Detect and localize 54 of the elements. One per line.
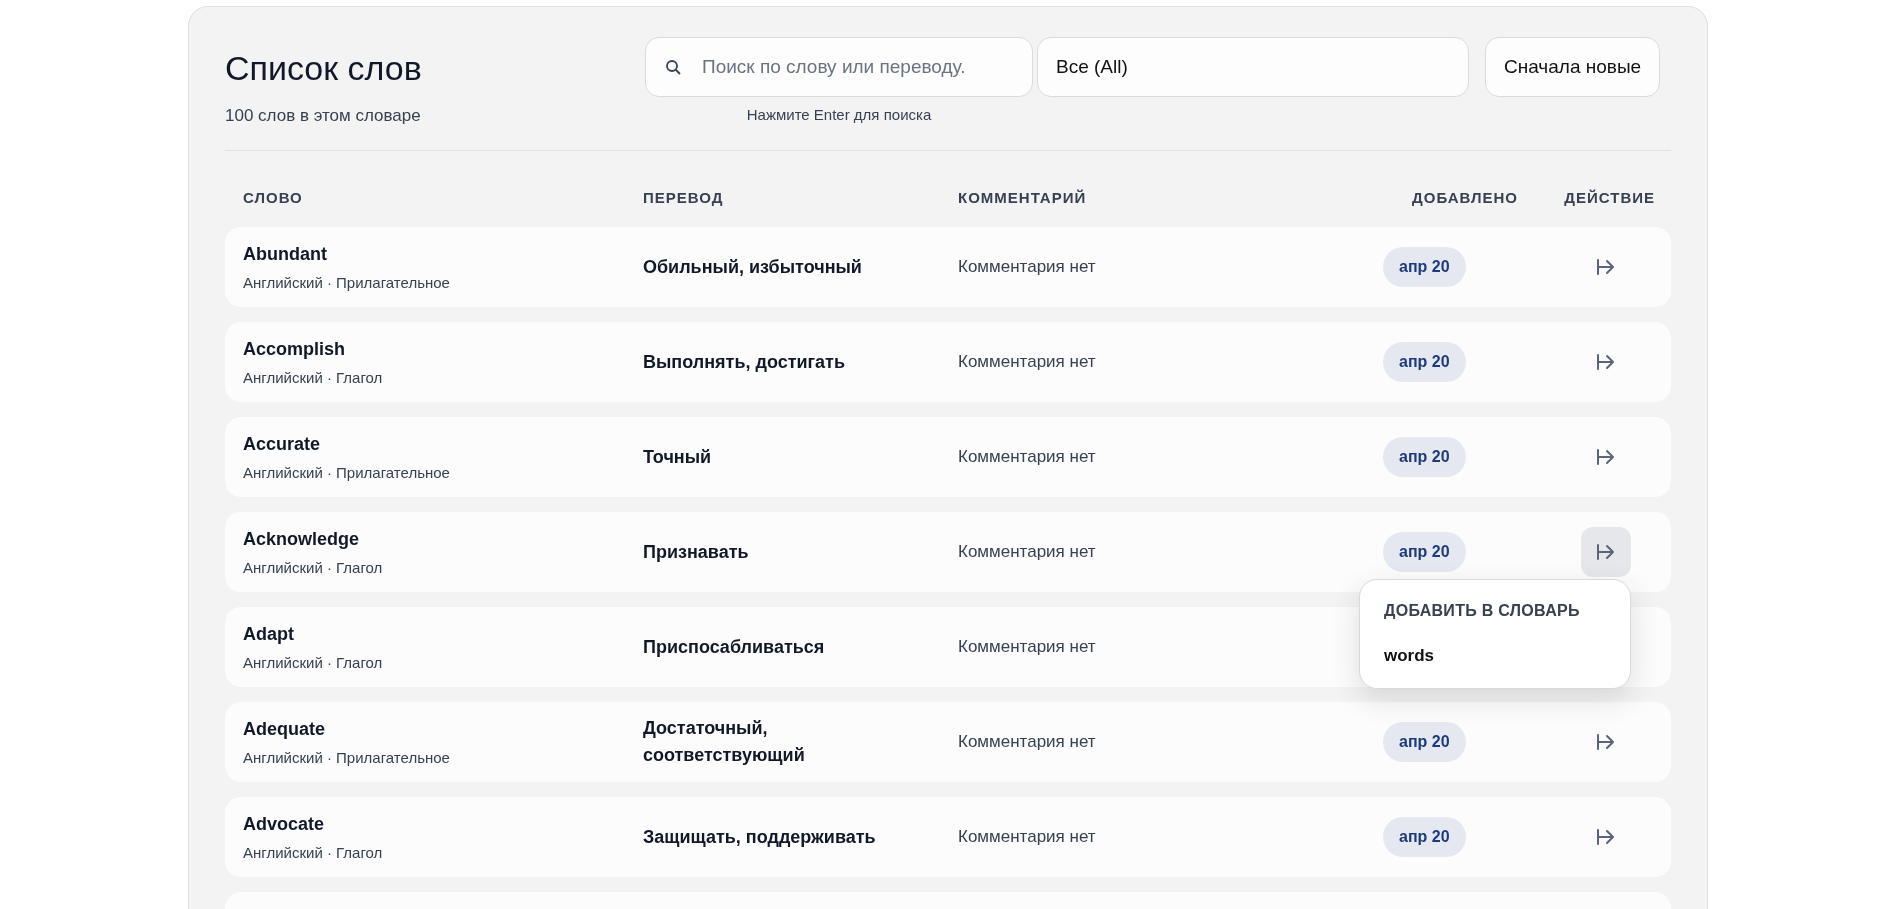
search-hint: Нажмите Enter для поиска: [746, 106, 932, 123]
comment-text: Комментария нет: [958, 447, 1097, 467]
menu-heading: ДОБАВИТЬ В СЛОВАРЬ: [1384, 602, 1581, 620]
arrow-to-right-icon: [1596, 828, 1616, 846]
translation-text: Приспосабливаться: [643, 635, 826, 659]
comment-text: Комментария нет: [958, 352, 1097, 372]
date-badge: апр 20: [1383, 532, 1466, 572]
word-meta: Английский · Глагол: [243, 653, 384, 671]
column-header: ПЕРЕВОД: [643, 188, 725, 206]
word-text: Acknowledge: [243, 528, 361, 550]
translation-text: Защищать, поддерживать: [643, 825, 877, 849]
column-header: ДЕЙСТВИЕ: [1563, 188, 1655, 206]
menu-item[interactable]: words: [1384, 646, 1606, 666]
arrow-to-right-icon: [1596, 733, 1616, 751]
comment-text: Комментария нет: [958, 732, 1097, 752]
arrow-to-right-icon: [1596, 258, 1616, 276]
word-meta: Английский · Прилагательное: [243, 273, 451, 291]
word-text: Adapt: [243, 623, 295, 645]
word-text: Accurate: [243, 433, 322, 455]
translation-text: Выполнять, достигать: [643, 350, 846, 374]
word-meta: Английский · Глагол: [243, 843, 384, 861]
column-header: ДОБАВЛЕНО: [1411, 188, 1518, 206]
sort-button[interactable]: Сначала новые: [1485, 37, 1661, 97]
word-count: 100 слов в этом словаре: [225, 106, 422, 126]
word-meta: Английский · Прилагательное: [243, 463, 451, 481]
translation-text: Достаточный, соответствующий: [643, 717, 806, 767]
page-title: Список слов: [225, 49, 423, 88]
word-text: Abundant: [243, 243, 328, 265]
arrow-to-right-icon: [1596, 448, 1616, 466]
date-badge: апр 20: [1383, 437, 1466, 477]
comment-text: Комментария нет: [958, 827, 1097, 847]
translation-text: Признавать: [643, 540, 750, 564]
comment-text: Комментария нет: [958, 542, 1097, 562]
add-to-dictionary-button[interactable]: [1581, 527, 1631, 577]
comment-text: Комментария нет: [958, 257, 1097, 277]
date-badge: апр 20: [1383, 817, 1466, 857]
comment-text: Комментария нет: [958, 637, 1097, 657]
translation-text: Точный: [643, 445, 713, 469]
word-text: Advocate: [243, 813, 326, 835]
date-badge: апр 20: [1383, 247, 1466, 287]
date-badge: апр 20: [1383, 342, 1466, 382]
word-meta: Английский · Глагол: [243, 558, 384, 576]
column-header: КОММЕНТАРИЙ: [958, 188, 1088, 206]
column-header: СЛОВО: [243, 188, 304, 206]
translation-text: Обильный, избыточный: [643, 255, 863, 279]
word-meta: Английский · Глагол: [243, 368, 384, 386]
word-meta: Английский · Прилагательное: [243, 748, 451, 766]
date-badge: апр 20: [1383, 722, 1466, 762]
arrow-to-right-icon: [1596, 543, 1616, 561]
language-filter[interactable]: Все (All): [1037, 37, 1469, 97]
word-text: Accomplish: [243, 338, 347, 360]
search-field[interactable]: Поиск по слову или переводу.: [645, 37, 1033, 97]
arrow-to-right-icon: [1596, 353, 1616, 371]
word-text: Adequate: [243, 718, 326, 740]
